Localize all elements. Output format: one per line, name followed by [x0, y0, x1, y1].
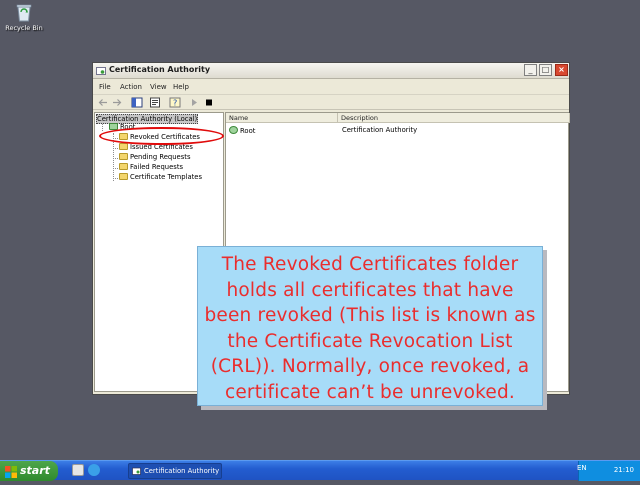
menu-help[interactable]: Help: [173, 83, 189, 91]
system-tray: 21:10: [578, 461, 640, 481]
tree-item-pending-requests[interactable]: Pending Requests: [119, 153, 190, 161]
stop-service-icon[interactable]: [203, 97, 215, 108]
menu-bar: File Action View Help: [93, 81, 569, 93]
list-item-name: Root: [240, 127, 256, 135]
maximize-button[interactable]: □: [539, 64, 552, 76]
language-indicator[interactable]: EN: [577, 464, 587, 472]
column-header-name[interactable]: Name: [226, 113, 338, 123]
ca-server-icon: [229, 126, 238, 134]
show-hide-tree-icon[interactable]: [131, 97, 143, 108]
tree-folder-label: Pending Requests: [130, 153, 191, 161]
list-item[interactable]: Root: [229, 126, 255, 135]
column-header-description[interactable]: Description: [338, 113, 570, 123]
taskbar-button-certification-authority[interactable]: Certification Authority: [128, 463, 222, 479]
toolbar: ?: [93, 94, 569, 110]
windows-flag-icon: [5, 465, 17, 478]
tree-folder-label: Failed Requests: [130, 163, 184, 171]
window-title: Certification Authority: [109, 65, 211, 74]
recycle-bin-icon: [15, 2, 33, 22]
folder-icon: [119, 173, 128, 180]
highlight-oval: [99, 127, 224, 145]
taskbar-button-label: Certification Authority: [144, 467, 220, 475]
show-desktop-icon[interactable]: [72, 464, 84, 476]
tree-item-failed-requests[interactable]: Failed Requests: [119, 163, 183, 171]
close-button[interactable]: ×: [555, 64, 568, 76]
tree-item-certificate-templates[interactable]: Certificate Templates: [119, 173, 202, 181]
annotation-callout: The Revoked Certificates folder holds al…: [197, 246, 543, 406]
certificate-app-icon: [132, 467, 141, 476]
menu-file[interactable]: File: [99, 83, 111, 91]
tree-folder-label: Certificate Templates: [130, 173, 203, 181]
folder-icon: [119, 163, 128, 170]
start-label: start: [20, 464, 50, 477]
recycle-bin-shortcut[interactable]: Recycle Bin: [4, 2, 44, 32]
title-bar[interactable]: Certification Authority _ □ ×: [93, 63, 569, 79]
folder-icon: [119, 143, 128, 150]
forward-arrow-icon[interactable]: [111, 97, 123, 108]
help-icon[interactable]: ?: [169, 97, 181, 108]
minimize-button[interactable]: _: [524, 64, 537, 76]
properties-icon[interactable]: [149, 97, 161, 108]
folder-icon: [119, 153, 128, 160]
tree-root-label: Certification Authority (Local): [97, 115, 198, 123]
list-item-description: Certification Authority: [342, 126, 418, 134]
clock[interactable]: 21:10: [614, 466, 634, 474]
start-service-icon[interactable]: [188, 97, 200, 108]
start-button[interactable]: start: [0, 461, 58, 481]
internet-explorer-icon[interactable]: [88, 464, 100, 476]
back-arrow-icon[interactable]: [97, 97, 109, 108]
svg-text:?: ?: [173, 99, 177, 108]
menu-view[interactable]: View: [150, 83, 167, 91]
certificate-app-icon: [96, 66, 106, 76]
menu-action[interactable]: Action: [120, 83, 142, 91]
recycle-bin-label: Recycle Bin: [5, 24, 43, 32]
taskbar: start Certification Authority 21:10: [0, 460, 640, 481]
